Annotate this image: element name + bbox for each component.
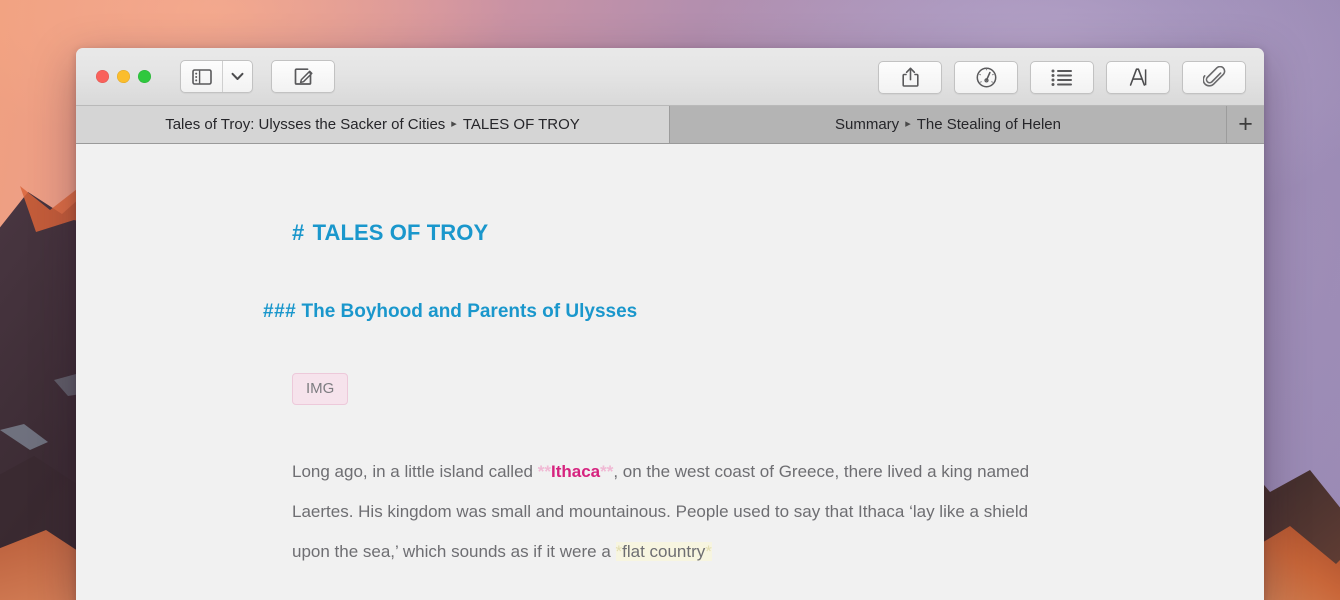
tab-bar: Tales of Troy: Ulysses the Sacker of Cit… [76, 106, 1264, 144]
tab-tales-of-troy[interactable]: Tales of Troy: Ulysses the Sacker of Cit… [76, 106, 670, 143]
outline-button[interactable] [1030, 60, 1094, 94]
share-icon [901, 67, 919, 87]
breadcrumb-separator-icon: ▸ [905, 118, 911, 130]
heading3-marker: ### [263, 301, 297, 322]
list-icon [1051, 69, 1072, 86]
close-button[interactable] [96, 70, 109, 83]
app-window: Tales of Troy: Ulysses the Sacker of Cit… [76, 48, 1264, 600]
body-paragraph: Long ago, in a little island called **It… [292, 452, 1038, 572]
new-note-button[interactable] [271, 60, 335, 93]
chevron-down-icon [231, 72, 244, 80]
heading-level-1: # TALES OF TROY [292, 220, 1204, 246]
window-toolbar [76, 48, 1264, 106]
sidebar-dropdown-button[interactable] [222, 61, 252, 92]
image-placeholder-badge[interactable]: IMG [292, 373, 349, 405]
heading-level-3: ### The Boyhood and Parents of Ulysses [263, 301, 1204, 323]
statistics-button[interactable] [954, 60, 1018, 94]
bold-marker-open: ** [537, 462, 551, 481]
bold-marker-close: ** [600, 462, 614, 481]
sidebar-icon [191, 68, 212, 85]
tab-document-title: Tales of Troy: Ulysses the Sacker of Cit… [165, 116, 446, 133]
heading1-text: TALES OF TROY [312, 220, 489, 245]
minimize-button[interactable] [117, 70, 130, 83]
paragraph-text-part-1: Long ago, in a little island called [292, 462, 538, 481]
tab-document-title: Summary [835, 116, 900, 133]
gauge-icon [976, 67, 996, 87]
heading1-marker: # [292, 220, 305, 245]
attachments-button[interactable] [1182, 60, 1246, 94]
em-emphasis-text: flat country [622, 542, 706, 561]
em-marker-close: * [705, 542, 712, 561]
document-body: # TALES OF TROY ### The Boyhood and Pare… [76, 220, 1264, 572]
zoom-button[interactable] [138, 70, 151, 83]
bold-emphasis-text: Ithaca [550, 462, 601, 481]
compose-icon [294, 68, 313, 85]
text-format-icon [1129, 68, 1147, 86]
traffic-light-group [96, 70, 151, 83]
share-button[interactable] [878, 60, 942, 94]
tab-summary[interactable]: Summary ▸ The Stealing of Helen [670, 106, 1227, 143]
typography-button[interactable] [1106, 60, 1170, 94]
desktop-wallpaper: Tales of Troy: Ulysses the Sacker of Cit… [0, 0, 1340, 600]
breadcrumb-separator-icon: ▸ [451, 118, 457, 130]
toolbar-right-group [878, 48, 1246, 106]
tab-section-title: TALES OF TROY [462, 116, 580, 133]
sidebar-toggle-button[interactable] [181, 61, 222, 92]
markdown-editor[interactable]: # TALES OF TROY ### The Boyhood and Pare… [76, 144, 1264, 600]
sidebar-control-group [180, 60, 253, 93]
paperclip-icon [1202, 65, 1225, 87]
tab-section-title: The Stealing of Helen [916, 116, 1061, 133]
new-tab-button[interactable]: + [1227, 106, 1264, 143]
heading3-text: The Boyhood and Parents of Ulysses [301, 301, 638, 322]
